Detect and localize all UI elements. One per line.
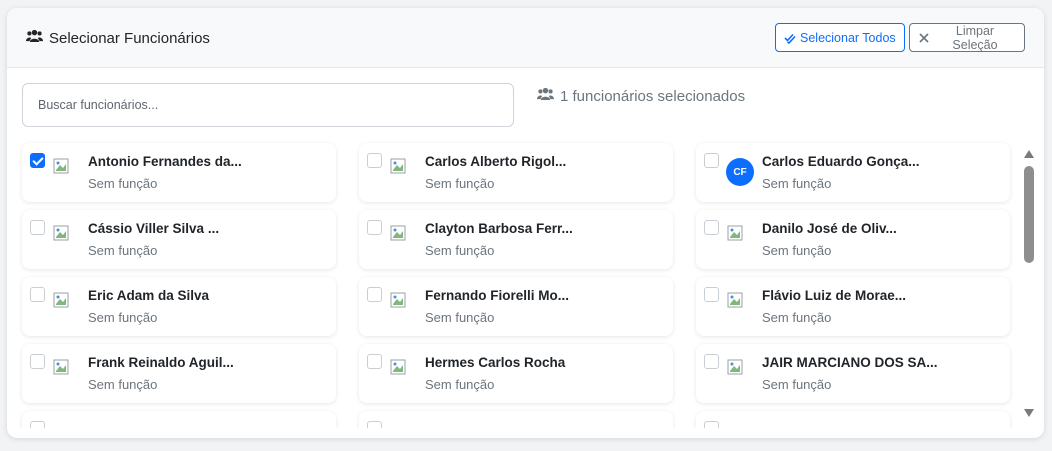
employee-role: Sem função [88, 176, 158, 191]
broken-image-icon [727, 292, 743, 308]
employee-card[interactable]: Cássio Viller Silva ... Sem função [22, 210, 336, 269]
scrollbar-thumb[interactable] [1024, 166, 1034, 263]
page-title-text: Selecionar Funcionários [49, 29, 210, 47]
card-header: Selecionar Funcionários Selecionar Todos… [7, 8, 1044, 68]
employee-name: Carlos Alberto Rigol... [425, 154, 567, 169]
employee-role: Sem função [762, 176, 832, 191]
employee-role: Sem função [425, 243, 495, 258]
employee-card[interactable]: Eric Adam da Silva Sem função [22, 277, 336, 336]
employee-role: Sem função [88, 310, 158, 325]
employee-card[interactable] [696, 411, 1010, 428]
employee-role: Sem função [762, 243, 832, 258]
employee-name: Fernando Fiorelli Mo... [425, 288, 570, 303]
employee-card[interactable]: Danilo José de Oliv... Sem função [696, 210, 1010, 269]
employee-checkbox[interactable] [30, 220, 45, 235]
broken-image-icon [53, 158, 69, 174]
employee-role: Sem função [425, 310, 495, 325]
employee-checkbox[interactable] [30, 421, 45, 428]
employee-checkbox[interactable] [367, 354, 382, 369]
employee-name: Danilo José de Oliv... [762, 221, 897, 236]
employee-name: Eric Adam da Silva [88, 288, 210, 303]
employee-selector-card: Selecionar Funcionários Selecionar Todos… [7, 8, 1044, 438]
employee-checkbox[interactable] [704, 421, 719, 428]
broken-image-icon [390, 225, 406, 241]
broken-image-icon [390, 158, 406, 174]
employee-card[interactable]: Hermes Carlos Rocha Sem função [359, 344, 673, 403]
select-all-button[interactable]: Selecionar Todos [775, 23, 905, 52]
select-all-label: Selecionar Todos [800, 30, 896, 45]
broken-image-icon [53, 225, 69, 241]
employee-card[interactable] [22, 411, 336, 428]
employee-name: Clayton Barbosa Ferr... [425, 221, 573, 236]
employee-card[interactable]: Carlos Alberto Rigol... Sem função [359, 143, 673, 202]
broken-image-icon [390, 359, 406, 375]
avatar: CF [726, 158, 754, 186]
employee-name: Carlos Eduardo Gonça... [762, 154, 920, 169]
employee-role: Sem função [88, 377, 158, 392]
employee-checkbox[interactable] [30, 354, 45, 369]
employee-checkbox[interactable] [704, 354, 719, 369]
vertical-scrollbar[interactable] [1022, 146, 1036, 424]
broken-image-icon [390, 292, 406, 308]
users-icon [537, 87, 554, 105]
clear-selection-button[interactable]: Limpar Seleção [909, 23, 1025, 52]
employee-name: Hermes Carlos Rocha [425, 355, 566, 370]
page-title: Selecionar Funcionários [26, 28, 210, 48]
broken-image-icon [53, 292, 69, 308]
broken-image-icon [727, 359, 743, 375]
employee-checkbox[interactable] [30, 287, 45, 302]
employee-checkbox[interactable] [367, 421, 382, 428]
employee-card[interactable]: Frank Reinaldo Aguil... Sem função [22, 344, 336, 403]
selection-count-text: 1 funcionários selecionados [560, 87, 746, 105]
employee-name: Flávio Luiz de Morae... [762, 288, 907, 303]
employee-name: Antonio Fernandes da... [88, 154, 242, 169]
selection-count: 1 funcionários selecionados [537, 86, 745, 106]
employee-role: Sem função [425, 176, 495, 191]
employee-card[interactable] [359, 411, 673, 428]
employee-name: Frank Reinaldo Aguil... [88, 355, 234, 370]
employee-checkbox[interactable] [704, 153, 719, 168]
employee-card[interactable]: Antonio Fernandes da... Sem função [22, 143, 336, 202]
employee-role: Sem função [762, 310, 832, 325]
employee-checkbox[interactable] [30, 153, 45, 168]
employee-card[interactable]: Flávio Luiz de Morae... Sem função [696, 277, 1010, 336]
employee-card[interactable]: JAIR MARCIANO DOS SA... Sem função [696, 344, 1010, 403]
employee-name: Cássio Viller Silva ... [88, 221, 220, 236]
clear-selection-label: Limpar Seleção [952, 23, 998, 52]
broken-image-icon [727, 225, 743, 241]
search-input[interactable] [22, 83, 514, 127]
employee-checkbox[interactable] [367, 220, 382, 235]
close-icon [919, 32, 929, 43]
employee-checkbox[interactable] [704, 220, 719, 235]
employee-role: Sem função [425, 377, 495, 392]
employee-grid: Antonio Fernandes da... Sem função Carlo… [7, 138, 1017, 428]
double-check-icon [784, 33, 796, 44]
employee-card[interactable]: CF Carlos Eduardo Gonça... Sem função [696, 143, 1010, 202]
broken-image-icon [53, 359, 69, 375]
employee-role: Sem função [762, 377, 832, 392]
scroll-up-arrow-icon[interactable] [1024, 150, 1034, 158]
employee-card[interactable]: Clayton Barbosa Ferr... Sem função [359, 210, 673, 269]
employee-name: JAIR MARCIANO DOS SA... [762, 355, 938, 370]
users-icon [26, 29, 43, 47]
employee-card[interactable]: Fernando Fiorelli Mo... Sem função [359, 277, 673, 336]
scroll-down-arrow-icon[interactable] [1024, 409, 1034, 417]
employee-checkbox[interactable] [367, 287, 382, 302]
employee-role: Sem função [88, 243, 158, 258]
employee-checkbox[interactable] [367, 153, 382, 168]
employee-checkbox[interactable] [704, 287, 719, 302]
